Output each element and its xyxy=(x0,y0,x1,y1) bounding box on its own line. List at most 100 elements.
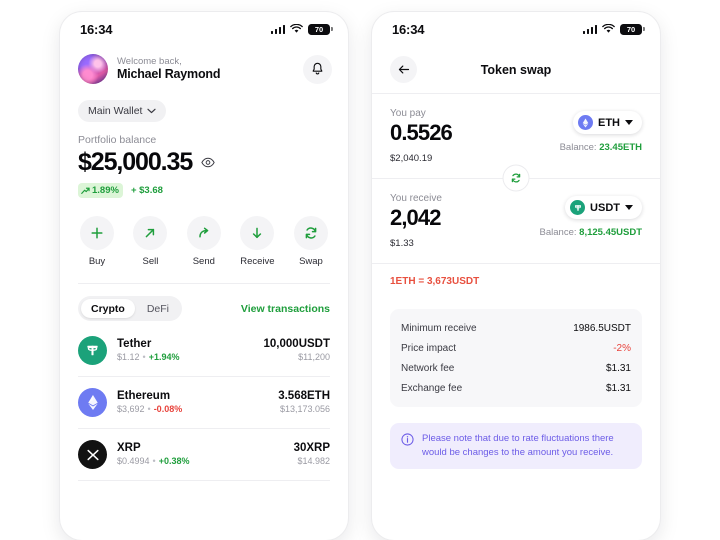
separator-dot: • xyxy=(142,352,146,363)
change-percent-value: 1.89% xyxy=(92,185,119,196)
you-pay-left: You pay 0.5526 $2,040.19 xyxy=(390,108,560,164)
xrp-icon xyxy=(78,440,107,469)
action-swap-circle xyxy=(293,216,328,250)
receive-balance-line: Balance: 8,125.45USDT xyxy=(540,227,642,238)
token-quantity: 30XRP xyxy=(293,442,330,455)
you-pay-right: ETH Balance: 23.45ETH xyxy=(560,108,642,153)
action-send[interactable]: Send xyxy=(186,216,221,267)
token-quantity: 10,000USDT xyxy=(263,338,330,351)
fee-row: Network fee $1.31 xyxy=(401,358,631,378)
action-swap[interactable]: Swap xyxy=(293,216,328,267)
separator-dot: • xyxy=(147,404,151,415)
balance-row: $25,000.35 xyxy=(78,148,348,177)
trend-up-icon xyxy=(81,187,90,194)
action-swap-label: Swap xyxy=(299,256,323,267)
tether-icon xyxy=(78,336,107,365)
info-icon xyxy=(401,433,414,446)
token-subline: $1.12 • +1.94% xyxy=(117,352,254,364)
balance-amount: $25,000.35 xyxy=(78,148,193,176)
token-subline: $0.4994 • +0.38% xyxy=(117,456,284,468)
ethereum-icon xyxy=(78,388,107,417)
avatar[interactable] xyxy=(78,54,108,84)
action-buy-circle xyxy=(80,216,114,250)
token-price: $1.12 xyxy=(117,352,140,363)
you-pay-fiat: $2,040.19 xyxy=(390,153,433,164)
tether-glyph-icon xyxy=(574,204,581,211)
exchange-rate: 1ETH = 3,673USDT xyxy=(390,276,480,287)
status-time: 16:34 xyxy=(80,21,113,37)
welcome-label: Welcome back, xyxy=(117,56,182,68)
receive-token-selector[interactable]: USDT xyxy=(565,196,642,219)
token-price: $3,692 xyxy=(117,404,145,415)
action-buy-label: Buy xyxy=(88,256,106,267)
swap-vertical-icon xyxy=(511,173,521,183)
you-pay-amount[interactable]: 0.5526 xyxy=(390,120,560,146)
share-arrow-icon xyxy=(199,227,209,238)
token-change: -0.08% xyxy=(153,404,183,415)
tab-defi[interactable]: DeFi xyxy=(137,299,179,318)
wallet-selector[interactable]: Main Wallet xyxy=(78,100,167,122)
user-name: Michael Raymond xyxy=(117,67,221,82)
fee-label: Price impact xyxy=(401,342,457,354)
status-bar-wallet: 16:34 70 xyxy=(60,12,348,46)
receive-token-label: USDT xyxy=(590,201,620,214)
fee-value: $1.31 xyxy=(605,382,631,394)
battery-indicator: 70 xyxy=(620,23,645,35)
you-pay-panel: You pay 0.5526 $2,040.19 ETH Balance: 23… xyxy=(372,94,660,191)
tab-crypto[interactable]: Crypto xyxy=(81,299,135,318)
view-transactions-link[interactable]: View transactions xyxy=(241,303,330,315)
balance-change-row: 1.89% + $3.68 xyxy=(78,183,348,198)
screenshot-root: 16:34 70 Welcome back, Michael Raymond M… xyxy=(0,0,720,540)
plus-icon xyxy=(91,227,103,239)
you-receive-grid: You receive 2,042 $1.33 USDT Balance: 8,… xyxy=(390,193,642,249)
welcome-header: Welcome back, Michael Raymond xyxy=(60,46,348,84)
swap-phone-frame: 16:34 70 Token swap You pay 0.5526 $2,04… xyxy=(372,12,660,540)
action-receive[interactable]: Receive xyxy=(240,216,275,267)
pay-token-selector[interactable]: ETH xyxy=(573,111,642,134)
table-row[interactable]: Tether $1.12 • +1.94% 10,000USDT $11,200 xyxy=(78,325,330,377)
action-send-circle xyxy=(186,216,221,250)
fee-value: $1.31 xyxy=(605,362,631,374)
tabs-row: Crypto DeFi View transactions xyxy=(60,284,348,321)
cellular-signal-icon xyxy=(270,24,285,34)
you-receive-caption: You receive xyxy=(390,193,442,204)
wallet-phone-frame: 16:34 70 Welcome back, Michael Raymond M… xyxy=(60,12,348,540)
notice-text: Please note that due to rate fluctuation… xyxy=(422,433,614,458)
action-buy[interactable]: Buy xyxy=(80,216,114,267)
arrow-up-right-icon xyxy=(146,228,155,238)
status-indicators: 70 xyxy=(582,23,645,35)
eye-icon[interactable] xyxy=(201,157,215,168)
battery-indicator: 70 xyxy=(308,23,333,35)
status-indicators: 70 xyxy=(270,23,333,35)
tether-glyph-icon xyxy=(87,345,98,356)
action-send-label: Send xyxy=(192,256,215,267)
quick-actions: Buy Sell Send Receive Swap xyxy=(60,198,348,267)
token-info: XRP $0.4994 • +0.38% xyxy=(117,441,284,468)
fee-row: Price impact -2% xyxy=(401,338,631,358)
pay-balance-label: Balance: xyxy=(559,142,597,153)
switch-direction-button[interactable] xyxy=(503,165,529,191)
table-row[interactable]: XRP $0.4994 • +0.38% 30XRP $14.982 xyxy=(78,429,330,481)
action-sell[interactable]: Sell xyxy=(133,216,168,267)
token-name: Tether xyxy=(117,338,152,351)
fee-value: 1986.5USDT xyxy=(573,322,631,334)
notifications-button[interactable] xyxy=(303,54,332,84)
ethereum-glyph-icon xyxy=(87,394,98,411)
receive-balance-label: Balance: xyxy=(539,227,577,238)
wallet-selector-label: Main Wallet xyxy=(88,105,143,117)
you-pay-grid: You pay 0.5526 $2,040.19 ETH Balance: 23… xyxy=(390,108,642,164)
status-time: 16:34 xyxy=(392,21,425,37)
action-receive-circle xyxy=(240,216,275,250)
change-percent-badge: 1.89% xyxy=(78,183,123,198)
you-receive-panel: You receive 2,042 $1.33 USDT Balance: 8,… xyxy=(372,179,660,264)
fee-row: Exchange fee $1.31 xyxy=(401,378,631,398)
you-receive-amount[interactable]: 2,042 xyxy=(390,205,540,231)
table-row[interactable]: Ethereum $3,692 • -0.08% 3.568ETH $13,17… xyxy=(78,377,330,429)
token-values: 30XRP $14.982 xyxy=(294,441,330,468)
swap-header: Token swap xyxy=(372,46,660,94)
token-info: Tether $1.12 • +1.94% xyxy=(117,337,254,364)
rate-fluctuation-notice: Please note that due to rate fluctuation… xyxy=(390,423,642,469)
token-name: Ethereum xyxy=(117,390,171,403)
back-button[interactable] xyxy=(390,56,417,83)
swap-icon xyxy=(305,227,317,239)
